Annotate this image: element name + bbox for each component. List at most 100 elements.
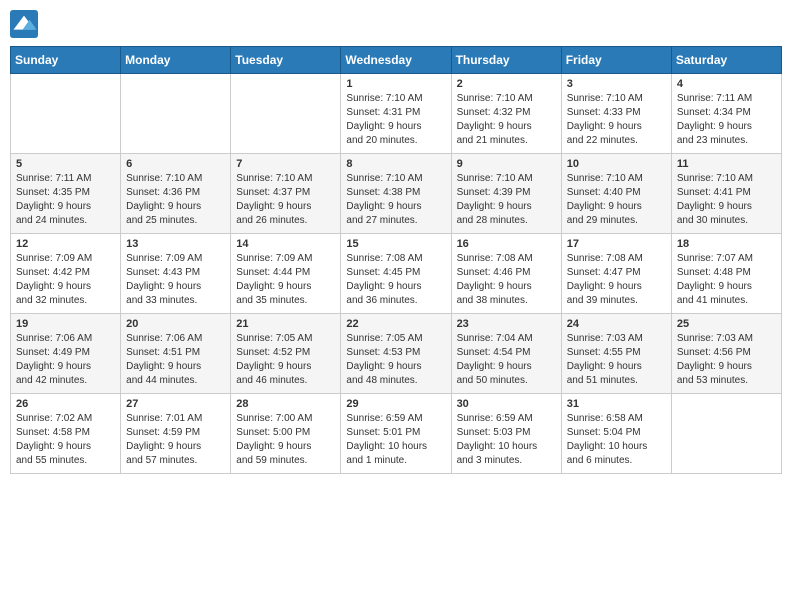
- day-info: Sunrise: 7:09 AM Sunset: 4:44 PM Dayligh…: [236, 252, 335, 308]
- calendar-table: SundayMondayTuesdayWednesdayThursdayFrid…: [10, 46, 782, 474]
- day-info: Sunrise: 7:10 AM Sunset: 4:33 PM Dayligh…: [567, 92, 666, 148]
- day-info: Sunrise: 7:10 AM Sunset: 4:38 PM Dayligh…: [346, 172, 445, 228]
- day-number: 22: [346, 318, 445, 330]
- day-info: Sunrise: 6:58 AM Sunset: 5:04 PM Dayligh…: [567, 412, 666, 468]
- day-info: Sunrise: 7:10 AM Sunset: 4:37 PM Dayligh…: [236, 172, 335, 228]
- day-info: Sunrise: 7:09 AM Sunset: 4:43 PM Dayligh…: [126, 252, 225, 308]
- calendar-cell: 2Sunrise: 7:10 AM Sunset: 4:32 PM Daylig…: [451, 74, 561, 154]
- calendar-cell: 1 Sunrise: 7:10 AM Sunset: 4:31 PM Daylig…: [341, 74, 451, 154]
- day-info: Sunrise: 6:59 AM Sunset: 5:03 PM Dayligh…: [457, 412, 556, 468]
- calendar-cell: 27 Sunrise: 7:01 AM Sunset: 4:59 PM Dayli…: [121, 394, 231, 474]
- calendar-cell: 11Sunrise: 7:10 AM Sunset: 4:41 PM Dayli…: [671, 154, 781, 234]
- day-number: 10: [567, 158, 666, 170]
- day-info: Sunrise: 7:08 AM Sunset: 4:46 PM Dayligh…: [457, 252, 556, 308]
- day-number: 26: [16, 398, 115, 410]
- calendar-cell: 6 Sunrise: 7:10 AM Sunset: 4:36 PM Daylig…: [121, 154, 231, 234]
- weekday-header-saturday: Saturday: [671, 47, 781, 74]
- calendar-cell: 10Sunrise: 7:10 AM Sunset: 4:40 PM Dayli…: [561, 154, 671, 234]
- day-number: 11: [677, 158, 776, 170]
- day-info: Sunrise: 7:11 AM Sunset: 4:35 PM Dayligh…: [16, 172, 115, 228]
- day-number: 21: [236, 318, 335, 330]
- calendar-cell: 19 Sunrise: 7:06 AM Sunset: 4:49 PM Dayli…: [11, 314, 121, 394]
- day-info: Sunrise: 7:07 AM Sunset: 4:48 PM Dayligh…: [677, 252, 776, 308]
- day-number: 8: [346, 158, 445, 170]
- day-number: 16: [457, 238, 556, 250]
- day-info: Sunrise: 7:06 AM Sunset: 4:49 PM Dayligh…: [16, 332, 115, 388]
- day-number: 23: [457, 318, 556, 330]
- calendar-cell: 17 Sunrise: 7:08 AM Sunset: 4:47 PM Dayli…: [561, 234, 671, 314]
- header: [10, 10, 782, 38]
- weekday-header-monday: Monday: [121, 47, 231, 74]
- calendar-cell: 4 Sunrise: 7:11 AM Sunset: 4:34 PM Daylig…: [671, 74, 781, 154]
- day-number: 17: [567, 238, 666, 250]
- day-number: 20: [126, 318, 225, 330]
- day-number: 24: [567, 318, 666, 330]
- day-number: 28: [236, 398, 335, 410]
- day-info: Sunrise: 7:03 AM Sunset: 4:56 PM Dayligh…: [677, 332, 776, 388]
- calendar-cell: 14 Sunrise: 7:09 AM Sunset: 4:44 PM Dayli…: [231, 234, 341, 314]
- calendar-cell: 28 Sunrise: 7:00 AM Sunset: 5:00 PM Dayli…: [231, 394, 341, 474]
- calendar-cell: 26Sunrise: 7:02 AM Sunset: 4:58 PM Dayli…: [11, 394, 121, 474]
- weekday-header-thursday: Thursday: [451, 47, 561, 74]
- day-number: 27: [126, 398, 225, 410]
- calendar-cell: 29 Sunrise: 6:59 AM Sunset: 5:01 PM Dayli…: [341, 394, 451, 474]
- week-row-3: 12Sunrise: 7:09 AM Sunset: 4:42 PM Dayli…: [11, 234, 782, 314]
- day-number: 1: [346, 78, 445, 90]
- day-number: 13: [126, 238, 225, 250]
- calendar-cell: 5 Sunrise: 7:11 AM Sunset: 4:35 PM Daylig…: [11, 154, 121, 234]
- calendar-cell: [671, 394, 781, 474]
- day-number: 9: [457, 158, 556, 170]
- day-number: 7: [236, 158, 335, 170]
- calendar-cell: 3 Sunrise: 7:10 AM Sunset: 4:33 PM Daylig…: [561, 74, 671, 154]
- calendar-cell: 25 Sunrise: 7:03 AM Sunset: 4:56 PM Dayli…: [671, 314, 781, 394]
- day-number: 6: [126, 158, 225, 170]
- day-info: Sunrise: 7:10 AM Sunset: 4:39 PM Dayligh…: [457, 172, 556, 228]
- calendar-cell: 23 Sunrise: 7:04 AM Sunset: 4:54 PM Dayli…: [451, 314, 561, 394]
- calendar-cell: 31Sunrise: 6:58 AM Sunset: 5:04 PM Dayli…: [561, 394, 671, 474]
- calendar-cell: [231, 74, 341, 154]
- weekday-header-tuesday: Tuesday: [231, 47, 341, 74]
- calendar-cell: 20 Sunrise: 7:06 AM Sunset: 4:51 PM Dayli…: [121, 314, 231, 394]
- week-row-4: 19 Sunrise: 7:06 AM Sunset: 4:49 PM Dayli…: [11, 314, 782, 394]
- day-number: 5: [16, 158, 115, 170]
- day-info: Sunrise: 7:06 AM Sunset: 4:51 PM Dayligh…: [126, 332, 225, 388]
- day-number: 14: [236, 238, 335, 250]
- day-info: Sunrise: 7:04 AM Sunset: 4:54 PM Dayligh…: [457, 332, 556, 388]
- day-number: 18: [677, 238, 776, 250]
- day-info: Sunrise: 7:01 AM Sunset: 4:59 PM Dayligh…: [126, 412, 225, 468]
- day-number: 3: [567, 78, 666, 90]
- calendar-cell: 9 Sunrise: 7:10 AM Sunset: 4:39 PM Daylig…: [451, 154, 561, 234]
- page: SundayMondayTuesdayWednesdayThursdayFrid…: [0, 0, 792, 612]
- day-number: 25: [677, 318, 776, 330]
- day-info: Sunrise: 7:00 AM Sunset: 5:00 PM Dayligh…: [236, 412, 335, 468]
- day-number: 2: [457, 78, 556, 90]
- calendar-cell: 21Sunrise: 7:05 AM Sunset: 4:52 PM Dayli…: [231, 314, 341, 394]
- day-info: Sunrise: 7:11 AM Sunset: 4:34 PM Dayligh…: [677, 92, 776, 148]
- logo: [10, 10, 40, 38]
- day-info: Sunrise: 7:03 AM Sunset: 4:55 PM Dayligh…: [567, 332, 666, 388]
- logo-icon: [10, 10, 38, 38]
- day-number: 19: [16, 318, 115, 330]
- day-info: Sunrise: 7:10 AM Sunset: 4:36 PM Dayligh…: [126, 172, 225, 228]
- calendar-cell: 13 Sunrise: 7:09 AM Sunset: 4:43 PM Dayli…: [121, 234, 231, 314]
- calendar-cell: 30Sunrise: 6:59 AM Sunset: 5:03 PM Dayli…: [451, 394, 561, 474]
- day-number: 4: [677, 78, 776, 90]
- calendar-cell: 18 Sunrise: 7:07 AM Sunset: 4:48 PM Dayli…: [671, 234, 781, 314]
- week-row-1: 1 Sunrise: 7:10 AM Sunset: 4:31 PM Daylig…: [11, 74, 782, 154]
- day-info: Sunrise: 7:08 AM Sunset: 4:45 PM Dayligh…: [346, 252, 445, 308]
- calendar-cell: 24 Sunrise: 7:03 AM Sunset: 4:55 PM Dayli…: [561, 314, 671, 394]
- week-row-2: 5 Sunrise: 7:11 AM Sunset: 4:35 PM Daylig…: [11, 154, 782, 234]
- weekday-header-friday: Friday: [561, 47, 671, 74]
- weekday-header-row: SundayMondayTuesdayWednesdayThursdayFrid…: [11, 47, 782, 74]
- day-number: 29: [346, 398, 445, 410]
- day-info: Sunrise: 6:59 AM Sunset: 5:01 PM Dayligh…: [346, 412, 445, 468]
- calendar-cell: 15Sunrise: 7:08 AM Sunset: 4:45 PM Dayli…: [341, 234, 451, 314]
- day-info: Sunrise: 7:08 AM Sunset: 4:47 PM Dayligh…: [567, 252, 666, 308]
- calendar-cell: 16 Sunrise: 7:08 AM Sunset: 4:46 PM Dayli…: [451, 234, 561, 314]
- day-info: Sunrise: 7:10 AM Sunset: 4:31 PM Dayligh…: [346, 92, 445, 148]
- calendar-cell: [11, 74, 121, 154]
- day-info: Sunrise: 7:09 AM Sunset: 4:42 PM Dayligh…: [16, 252, 115, 308]
- calendar-cell: [121, 74, 231, 154]
- weekday-header-sunday: Sunday: [11, 47, 121, 74]
- calendar-cell: 12Sunrise: 7:09 AM Sunset: 4:42 PM Dayli…: [11, 234, 121, 314]
